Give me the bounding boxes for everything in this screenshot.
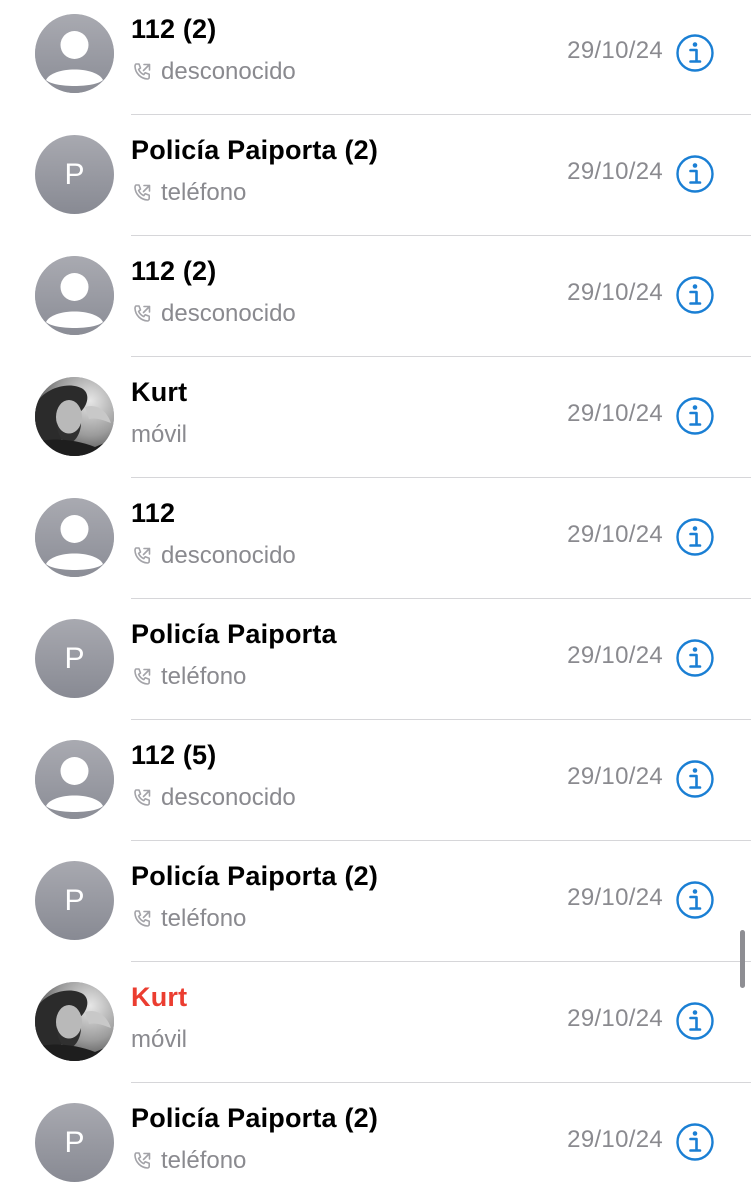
caller-name: Policía Paiporta (2) [131,861,379,891]
recents-list: 112 (2) desconocido 29/10/24 P Policía Paipo… [0,0,751,1200]
recents-rows: 112 (2) desconocido 29/10/24 P Policía Paipo… [0,0,751,1200]
avatar-initial: P [35,1103,114,1182]
call-date: 29/10/24 [567,158,663,185]
call-subtitle: móvil [131,421,187,449]
contact-photo [35,982,114,1061]
contact-photo [35,377,114,456]
call-subtitle: teléfono [131,663,246,691]
avatar-initial-letter: P [64,884,85,917]
call-subtitle: desconocido [131,58,296,86]
call-subtitle: teléfono [131,905,246,933]
call-subtitle: teléfono [131,179,246,207]
outgoing-call-icon [131,61,153,83]
person-silhouette-icon [35,498,114,577]
call-date: 29/10/24 [567,884,663,911]
call-subtitle: desconocido [131,784,296,812]
call-date: 29/10/24 [567,279,663,306]
caller-name: 112 (2) [131,14,217,44]
call-type-label: desconocido [161,784,296,811]
call-date: 29/10/24 [567,1126,663,1153]
outgoing-call-icon [131,1150,153,1172]
call-date: 29/10/24 [567,37,663,64]
info-circle-icon[interactable] [675,396,715,436]
call-row[interactable]: 112 (2) desconocido 29/10/24 [0,0,751,115]
caller-name: 112 (2) [131,256,217,286]
info-circle-icon[interactable] [675,33,715,73]
call-row[interactable]: 112 (5) desconocido 29/10/24 [0,720,751,841]
info-circle-icon[interactable] [675,275,715,315]
call-date: 29/10/24 [567,400,663,427]
call-type-label: desconocido [161,300,296,327]
info-circle-icon[interactable] [675,759,715,799]
call-subtitle: teléfono [131,1147,246,1175]
avatar-initial-letter: P [64,642,85,675]
call-row[interactable]: P Policía Paiporta teléfono 29/10/24 [0,599,751,720]
call-date: 29/10/24 [567,521,663,548]
call-type-label: desconocido [161,542,296,569]
caller-name: 112 (5) [131,740,217,770]
avatar-initial-letter: P [64,158,85,191]
caller-name: Kurt [131,982,188,1012]
caller-name: 112 [131,498,176,528]
avatar-initial: P [35,861,114,940]
info-circle-icon[interactable] [675,1122,715,1162]
outgoing-call-icon [131,787,153,809]
call-type-label: teléfono [161,905,247,932]
call-subtitle: móvil [131,1026,187,1054]
avatar-initial: P [35,619,114,698]
caller-name: Kurt [131,377,188,407]
outgoing-call-icon [131,182,153,204]
info-circle-icon[interactable] [675,1001,715,1041]
call-type-label: móvil [131,1026,188,1053]
person-silhouette-icon [35,740,114,819]
call-type-label: teléfono [161,1147,247,1174]
avatar-initial-letter: P [64,1126,85,1159]
info-circle-icon[interactable] [675,880,715,920]
call-date: 29/10/24 [567,1005,663,1032]
call-date: 29/10/24 [567,642,663,669]
outgoing-call-icon [131,545,153,567]
call-date: 29/10/24 [567,763,663,790]
call-row[interactable]: P Policía Paiporta (2) teléfono 29/10/24 [0,115,751,236]
call-type-label: teléfono [161,179,247,206]
person-silhouette-icon [35,256,114,335]
call-row[interactable]: 112 desconocido 29/10/24 [0,478,751,599]
info-circle-icon[interactable] [675,517,715,557]
call-type-label: móvil [131,421,188,448]
person-silhouette-icon [35,14,114,93]
call-row[interactable]: P Policía Paiporta (2) teléfono 29/10/24 [0,1083,751,1200]
outgoing-call-icon [131,666,153,688]
info-circle-icon[interactable] [675,638,715,678]
call-type-label: teléfono [161,663,247,690]
caller-name: Policía Paiporta (2) [131,135,379,165]
caller-name: Policía Paiporta [131,619,337,649]
call-row[interactable]: P Policía Paiporta (2) teléfono 29/10/24 [0,841,751,962]
outgoing-call-icon [131,908,153,930]
call-row[interactable]: Kurt móvil 29/10/24 [0,357,751,478]
caller-name: Policía Paiporta (2) [131,1103,379,1133]
outgoing-call-icon [131,303,153,325]
call-subtitle: desconocido [131,300,296,328]
scrollbar[interactable] [740,930,745,988]
call-row[interactable]: Kurt móvil 29/10/24 [0,962,751,1083]
avatar-initial: P [35,135,114,214]
info-circle-icon[interactable] [675,154,715,194]
call-type-label: desconocido [161,58,296,85]
call-row[interactable]: 112 (2) desconocido 29/10/24 [0,236,751,357]
call-subtitle: desconocido [131,542,296,570]
